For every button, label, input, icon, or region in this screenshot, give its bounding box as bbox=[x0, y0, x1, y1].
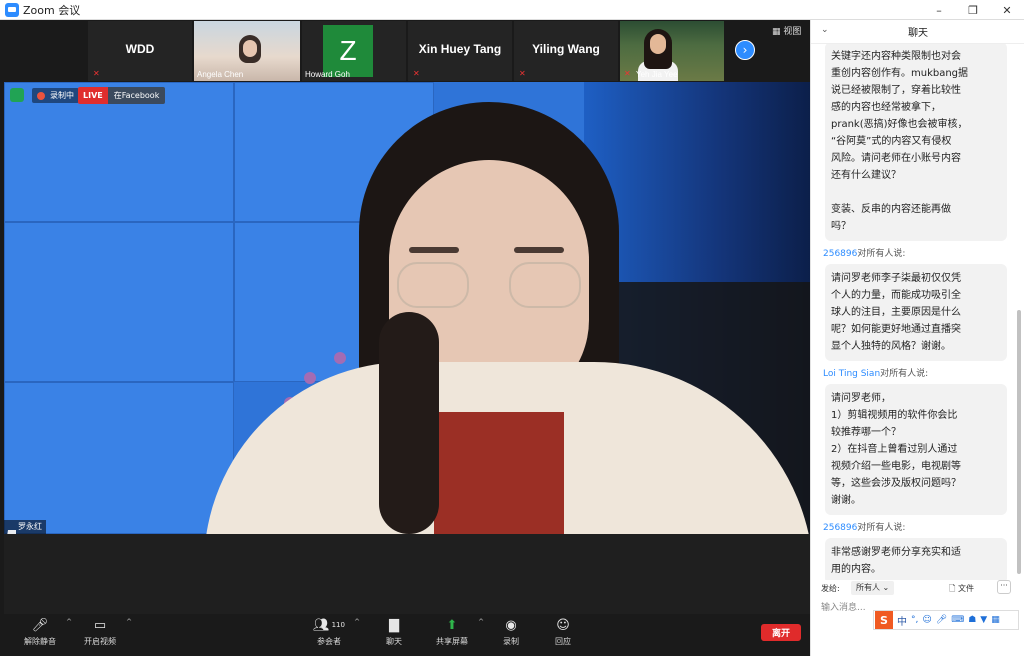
zoom-window: Zoom 会议 – ❐ ✕ WDD ✕ Angela Chen Z Howard… bbox=[0, 0, 1024, 656]
reactions-button[interactable]: ☺ 回应 bbox=[546, 614, 580, 652]
chat-button[interactable]: ▇ 聊天 bbox=[376, 614, 412, 652]
close-button[interactable]: ✕ bbox=[990, 0, 1024, 20]
next-page-button[interactable]: › bbox=[735, 40, 755, 60]
sogou-logo-icon: S bbox=[875, 611, 893, 629]
skin-icon[interactable]: ☗ bbox=[968, 615, 976, 625]
mic-muted-icon: ✕ bbox=[413, 69, 420, 78]
more-options-button[interactable]: ··· bbox=[997, 580, 1011, 594]
live-stream-badge[interactable]: LIVE 在Facebook bbox=[78, 87, 166, 104]
participant-label: Angela Chen bbox=[197, 70, 244, 79]
recipient-dropdown[interactable]: 所有人 ⌄ bbox=[851, 581, 895, 595]
chat-messages[interactable]: 关键字还内容种类限制也对会 重创内容创作有。mukbang据 说已经被限制了，穿… bbox=[811, 44, 1017, 580]
participant-tile[interactable]: Z Howard Goh bbox=[302, 21, 406, 81]
ime-language-toggle[interactable]: 中 bbox=[897, 613, 907, 628]
meeting-area: WDD ✕ Angela Chen Z Howard Goh Xin Huey … bbox=[4, 20, 810, 652]
title-bar: Zoom 会议 – ❐ ✕ bbox=[0, 0, 1024, 20]
view-button[interactable]: ▦ 视图 bbox=[772, 24, 801, 37]
share-screen-icon: ⬆ bbox=[446, 617, 458, 633]
recording-indicator[interactable]: 录制中 bbox=[32, 88, 79, 103]
leave-button[interactable]: 离开 bbox=[761, 624, 801, 641]
message-sender: Loi Ting Sian对所有人说: bbox=[823, 369, 929, 379]
chat-message: 请问罗老师李子柒最初仅仅凭 个人的力量，而能成功吸引全 球人的注目，主要原因是什… bbox=[825, 264, 1007, 361]
active-speaker-video: 录制中 LIVE 在Facebook 罗永红 bbox=[4, 82, 810, 534]
mic-muted-icon: ✕ bbox=[624, 69, 631, 78]
chevron-down-icon[interactable]: ⌄ bbox=[821, 25, 829, 35]
mic-off-icon: 🎤︎ bbox=[31, 617, 49, 633]
message-sender: 256896对所有人说: bbox=[823, 249, 906, 259]
keyboard-icon[interactable]: ⌨ bbox=[951, 615, 964, 625]
participant-tile[interactable]: Angela Chen bbox=[194, 21, 300, 81]
view-label: 视图 bbox=[783, 27, 802, 37]
unmute-button[interactable]: 🎤︎ 解除静音 ^ bbox=[18, 614, 72, 652]
participant-name: Xin Huey Tang bbox=[418, 42, 502, 56]
security-shield-icon[interactable] bbox=[10, 88, 24, 102]
zoom-logo-icon bbox=[5, 2, 19, 17]
mic-muted-icon: ✕ bbox=[93, 69, 100, 78]
participant-label: Yeh Jia Yee bbox=[636, 70, 678, 79]
minimize-button[interactable]: – bbox=[922, 0, 956, 20]
chat-input[interactable]: 输入消息... bbox=[821, 600, 866, 613]
live-destination: 在Facebook bbox=[107, 87, 166, 104]
participant-tile[interactable]: Xin Huey Tang ✕ bbox=[408, 21, 512, 81]
file-button[interactable]: 🗋︎ 文件 bbox=[949, 583, 974, 597]
reaction-icon: ☺ bbox=[556, 617, 570, 633]
speaker-name-tag: 罗永红 bbox=[4, 520, 46, 534]
participant-strip: WDD ✕ Angela Chen Z Howard Goh Xin Huey … bbox=[4, 20, 810, 82]
record-button[interactable]: ◉ 录制 bbox=[494, 614, 528, 652]
participant-label: Howard Goh bbox=[305, 70, 350, 79]
chat-message: 关键字还内容种类限制也对会 重创内容创作有。mukbang据 说已经被限制了，穿… bbox=[825, 44, 1007, 241]
punctuation-icon[interactable]: °, bbox=[911, 615, 918, 625]
send-to-label: 发给: bbox=[821, 584, 840, 593]
participants-button[interactable]: 👥︎ 110 参会者 ^ bbox=[308, 614, 360, 652]
chat-icon: ▇ bbox=[389, 617, 399, 633]
chat-panel: ⌄ 聊天 关键字还内容种类限制也对会 重创内容创作有。mukbang据 说已经被… bbox=[810, 20, 1024, 656]
file-icon: 🗋︎ bbox=[949, 584, 956, 593]
ime-toolbar: S 中 °, ☺ 🎤︎ ⌨ ☗ ▼ ▦ bbox=[873, 610, 1019, 630]
participant-name: Yiling Wang bbox=[532, 42, 600, 56]
participant-count: 110 bbox=[331, 621, 345, 629]
meeting-toolbar: 🎤︎ 解除静音 ^ ▭ 开启视频 ^ 👥︎ 110 参会者 ^ ▇ 聊天 ⬆ 共享… bbox=[4, 614, 810, 652]
record-icon: ◉ bbox=[505, 617, 517, 633]
chat-header: ⌄ 聊天 bbox=[811, 20, 1024, 44]
chevron-up-icon[interactable]: ^ bbox=[354, 618, 360, 626]
chat-message: 请问罗老师， 1）剪辑视频用的软件你会比 较推荐哪一个？ 2）在抖音上曾看过别人… bbox=[825, 384, 1007, 515]
participants-icon: 👥︎ 110 bbox=[313, 617, 345, 633]
chat-scrollbar[interactable] bbox=[1017, 310, 1021, 574]
chevron-up-icon[interactable]: ^ bbox=[478, 618, 484, 626]
chat-message: 非常感谢罗老师分享充实和适 用的内容。 bbox=[825, 538, 1007, 580]
mic-muted-icon: ✕ bbox=[519, 69, 526, 78]
send-to-row: 发给: 所有人 ⌄ 🗋︎ 文件 ··· bbox=[811, 580, 1024, 598]
maximize-button[interactable]: ❐ bbox=[956, 0, 990, 20]
participant-tile[interactable]: Yiling Wang ✕ bbox=[514, 21, 618, 81]
window-title: Zoom 会议 bbox=[23, 3, 81, 17]
message-sender: 256896对所有人说: bbox=[823, 523, 906, 533]
chevron-up-icon[interactable]: ^ bbox=[126, 618, 132, 626]
window-controls: – ❐ ✕ bbox=[922, 0, 1024, 20]
video-off-icon: ▭ bbox=[93, 617, 107, 633]
share-screen-button[interactable]: ⬆ 共享屏幕 ^ bbox=[430, 614, 484, 652]
participant-tile[interactable]: WDD ✕ bbox=[88, 21, 192, 81]
glasses bbox=[397, 262, 469, 308]
chat-title: 聊天 bbox=[908, 28, 928, 39]
toolbox-icon[interactable]: ▦ bbox=[991, 615, 1000, 625]
participant-name: WDD bbox=[125, 42, 155, 56]
voice-icon[interactable]: 🎤︎ bbox=[936, 615, 947, 625]
chevron-up-icon[interactable]: ^ bbox=[66, 618, 72, 626]
participant-tile[interactable]: Yeh Jia Yee ✕ bbox=[620, 21, 724, 81]
live-tag: LIVE bbox=[78, 87, 108, 104]
emoji-icon[interactable]: ☺ bbox=[922, 615, 931, 625]
tshirt-icon[interactable]: ▼ bbox=[980, 615, 987, 625]
start-video-button[interactable]: ▭ 开启视频 ^ bbox=[78, 614, 132, 652]
